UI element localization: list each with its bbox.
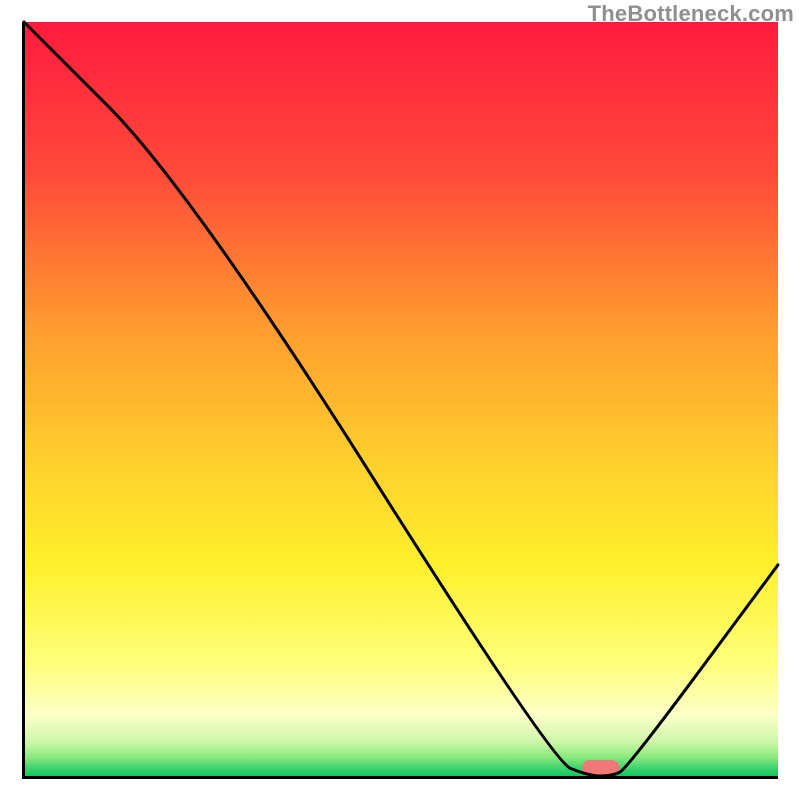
optimal-range-marker [582, 760, 620, 776]
plot-background [24, 22, 778, 776]
chart-canvas [0, 0, 800, 800]
x-axis [22, 776, 778, 779]
chart-stage: TheBottleneck.com [0, 0, 800, 800]
y-axis [22, 22, 25, 778]
watermark-text: TheBottleneck.com [588, 1, 794, 27]
bottleneck-curve [24, 22, 778, 776]
